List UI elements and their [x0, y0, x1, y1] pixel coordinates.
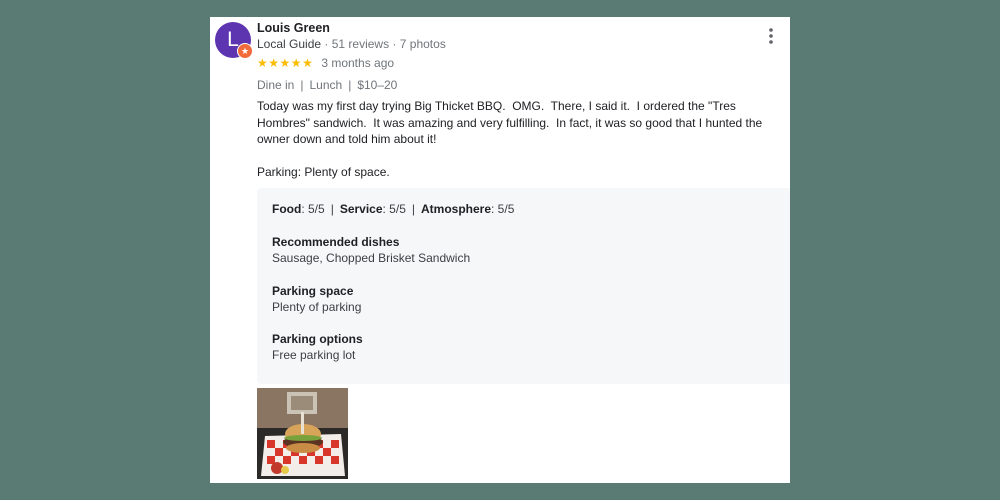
atmosphere-label: Atmosphere [421, 202, 492, 216]
score-line: Food: 5/5 | Service: 5/5 | Atmosphere: 5/5 [272, 202, 514, 216]
review-count: 51 reviews [331, 37, 390, 51]
star-icon: ★ [302, 56, 313, 70]
star-icon: ★ [290, 56, 302, 70]
parking-note: Parking: Plenty of space. [257, 165, 390, 179]
review-time: 3 months ago [321, 56, 395, 70]
review-card: L ★ Louis Green Local Guide · 51 reviews… [210, 17, 790, 483]
tag-meal: Lunch [309, 78, 343, 92]
more-vert-icon [769, 28, 773, 44]
review-text: Today was my first day trying Big Thicke… [257, 99, 766, 146]
review-photo[interactable] [257, 388, 348, 479]
meta-separator: · [324, 37, 329, 51]
review-details-panel: Food: 5/5 | Service: 5/5 | Atmosphere: 5/5 R… [257, 188, 790, 384]
star-icon: ★ [257, 56, 268, 70]
star-icon: ★ [268, 56, 280, 70]
parking-options-value: Free parking lot [272, 348, 356, 362]
more-options-icon[interactable] [763, 25, 779, 47]
food-score: : 5/5 [301, 202, 325, 216]
photo-count: 7 photos [399, 37, 446, 51]
rating-row: ★ ★ ★ ★ ★ 3 months ago [257, 56, 394, 70]
food-label: Food [272, 202, 302, 216]
service-score: : 5/5 [382, 202, 406, 216]
reviewer-meta: Local Guide · 51 reviews · 7 photos [257, 37, 446, 51]
parking-space-title: Parking space [272, 284, 354, 298]
parking-space-value: Plenty of parking [272, 300, 362, 314]
service-label: Service [339, 202, 383, 216]
parking-options-title: Parking options [272, 332, 363, 346]
star-rating: ★ ★ ★ ★ ★ [257, 57, 313, 69]
tag-separator: | [348, 78, 352, 92]
tag-separator: | [300, 78, 304, 92]
tag-service: Dine in [257, 78, 295, 92]
visit-tags: Dine in | Lunch | $10–20 [257, 78, 397, 92]
recommended-dishes-title: Recommended dishes [272, 235, 400, 249]
atmosphere-score: : 5/5 [491, 202, 515, 216]
reviewer-name[interactable]: Louis Green [257, 21, 330, 35]
score-separator: | [411, 202, 415, 216]
star-icon: ★ [279, 56, 291, 70]
food-photo-image [257, 388, 348, 479]
local-guide-badge-icon: ★ [237, 43, 253, 59]
recommended-dishes-value: Sausage, Chopped Brisket Sandwich [272, 251, 471, 265]
score-separator: | [330, 202, 334, 216]
meta-separator: · [392, 37, 397, 51]
tag-price: $10–20 [357, 78, 398, 92]
local-guide-label: Local Guide [257, 37, 322, 51]
